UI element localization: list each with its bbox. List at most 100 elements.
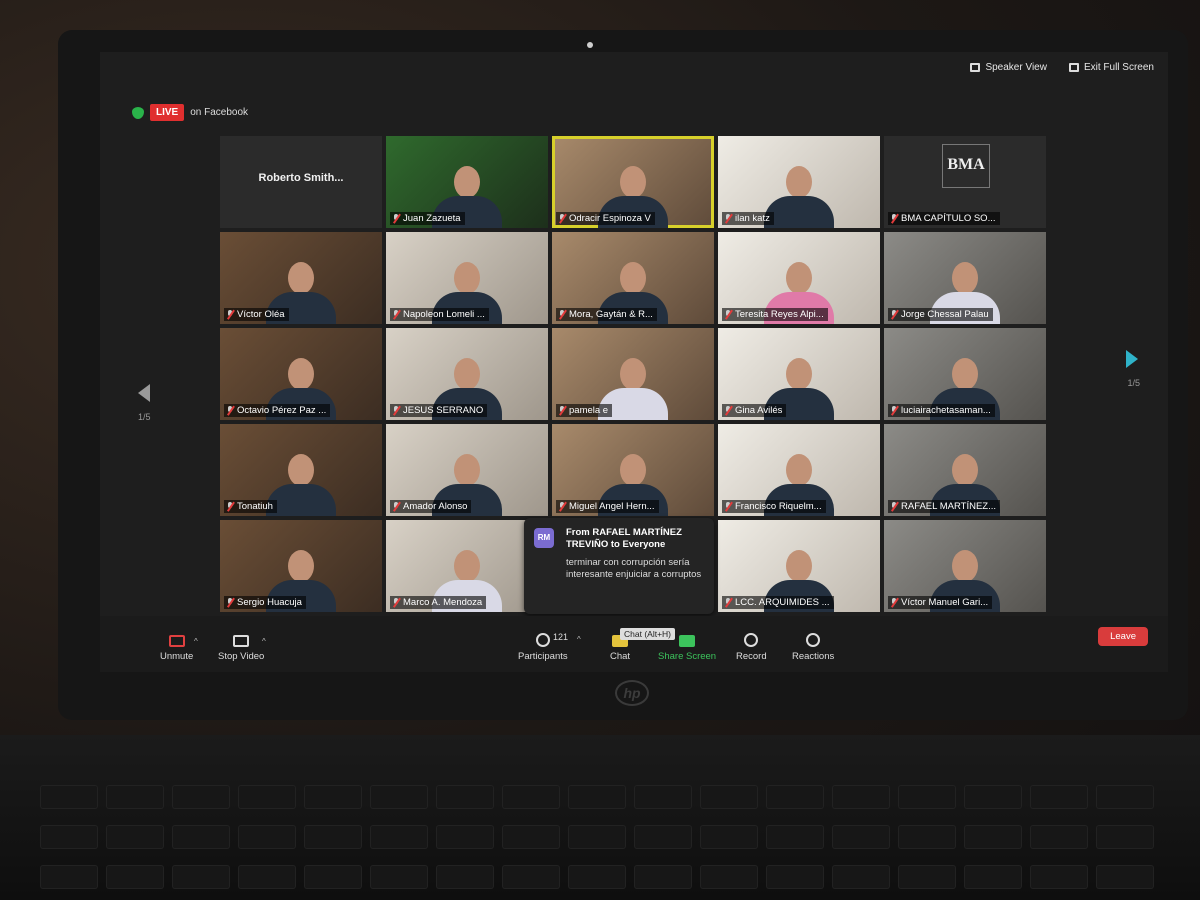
participant-tile[interactable]: Odracir Espinoza V <box>552 136 714 228</box>
stop-video-button[interactable]: Stop Video <box>218 635 264 662</box>
participant-name-tag: Teresita Reyes Alpi... <box>722 308 828 321</box>
participant-name: Sergio Huacuja <box>237 597 302 608</box>
participant-tile[interactable]: Víctor Manuel Gari... <box>884 520 1046 612</box>
participant-name-tag: Tonatiuh <box>224 500 277 513</box>
live-badge: LIVE <box>150 104 185 121</box>
meeting-toolbar: Unmute ^ Stop Video ^ Participants 121 ^… <box>100 616 1168 672</box>
participant-tile[interactable]: Jorge Chessal Palau <box>884 232 1046 324</box>
participant-name-large: Roberto Smith... <box>258 172 344 184</box>
chat-label: Chat <box>610 651 631 662</box>
microphone-muted-icon <box>891 502 898 511</box>
stop-video-label: Stop Video <box>218 651 265 662</box>
microphone-muted-icon <box>891 406 898 415</box>
share-screen-icon <box>679 635 696 647</box>
participant-tile[interactable]: Mora, Gaytán & R... <box>552 232 714 324</box>
leave-button[interactable]: Leave <box>1098 627 1148 646</box>
participant-tile[interactable]: RAFAEL MARTÍNEZ... <box>884 424 1046 516</box>
participant-name-tag: Gina Avilés <box>722 404 787 417</box>
participant-name-tag: pamela e <box>556 404 613 417</box>
participant-tile[interactable]: Amador Alonso <box>386 424 548 516</box>
microphone-muted-icon <box>227 598 234 607</box>
participant-name: Francisco Riquelm... <box>735 501 822 512</box>
microphone-muted-icon <box>393 406 400 415</box>
participant-name-tag: luciairachetasaman... <box>888 404 995 417</box>
participant-name: LCC. ARQUIMIDES ... <box>735 597 830 608</box>
participant-tile[interactable]: JESUS SERRANO <box>386 328 548 420</box>
video-options-caret-icon[interactable]: ^ <box>262 637 266 646</box>
participant-tile[interactable]: Juan Zazueta <box>386 136 548 228</box>
participant-tile[interactable]: luciairachetasaman... <box>884 328 1046 420</box>
keyboard-row <box>40 825 1154 849</box>
next-page-arrow-icon[interactable] <box>1126 350 1138 368</box>
participant-name: ilan katz <box>735 213 770 224</box>
audio-options-caret-icon[interactable]: ^ <box>194 637 198 646</box>
participant-name: Juan Zazueta <box>403 213 461 224</box>
chat-sender-line: From RAFAEL MARTÍNEZ TREVIÑO to Everyone <box>566 527 682 550</box>
participant-tile[interactable]: LCC. ARQUIMIDES ... <box>718 520 880 612</box>
participant-name: Miguel Angel Hern... <box>569 501 655 512</box>
participant-tile[interactable]: Napoleon Lomeli ... <box>386 232 548 324</box>
speaker-view-button[interactable]: Speaker View <box>970 62 1047 73</box>
participant-video <box>764 166 834 228</box>
reactions-button[interactable]: Reactions <box>792 633 834 662</box>
participants-label: Participants <box>518 651 568 662</box>
participant-name-tag: JESUS SERRANO <box>390 404 488 417</box>
participant-tile[interactable]: pamela e <box>552 328 714 420</box>
participant-tile[interactable]: Roberto Smith... <box>220 136 382 228</box>
chat-sender-avatar: RM <box>534 528 554 548</box>
keyboard <box>0 735 1200 900</box>
microphone-muted-icon <box>559 406 566 415</box>
hp-logo: hp <box>615 680 649 706</box>
participant-tile[interactable]: Gina Avilés <box>718 328 880 420</box>
participant-tile[interactable]: ilan katz <box>718 136 880 228</box>
chat-notification-popup[interactable]: RM From RAFAEL MARTÍNEZ TREVIÑO to Every… <box>524 518 714 614</box>
participant-tile[interactable]: Francisco Riquelm... <box>718 424 880 516</box>
microphone-muted-icon <box>891 214 898 223</box>
microphone-muted-icon <box>227 502 234 511</box>
keyboard-row <box>40 865 1154 889</box>
participant-tile[interactable]: Sergio Huacuja <box>220 520 382 612</box>
reactions-label: Reactions <box>792 651 835 662</box>
participant-name-tag: Octavio Pérez Paz ... <box>224 404 331 417</box>
microphone-muted-icon <box>227 406 234 415</box>
record-button[interactable]: Record <box>736 633 767 662</box>
participant-tile[interactable]: Teresita Reyes Alpi... <box>718 232 880 324</box>
participant-name-tag: Miguel Angel Hern... <box>556 500 659 513</box>
participant-name: Napoleon Lomeli ... <box>403 309 485 320</box>
participant-tile[interactable]: Octavio Pérez Paz ... <box>220 328 382 420</box>
microphone-muted-icon <box>227 310 234 319</box>
previous-page-arrow-icon[interactable] <box>138 384 150 402</box>
participant-name: Teresita Reyes Alpi... <box>735 309 824 320</box>
share-screen-label: Share Screen <box>658 651 717 662</box>
microphone-muted-icon <box>891 310 898 319</box>
participant-tile[interactable]: Tonatiuh <box>220 424 382 516</box>
microphone-muted-icon <box>393 502 400 511</box>
participant-name-tag: Amador Alonso <box>390 500 472 513</box>
exit-full-screen-button[interactable]: Exit Full Screen <box>1068 62 1154 73</box>
participant-name: Mora, Gaytán & R... <box>569 309 653 320</box>
participant-tile[interactable]: BMA BMA CAPÍTULO SO... <box>884 136 1046 228</box>
participant-name-tag: Juan Zazueta <box>390 212 465 225</box>
participant-name-tag: Odracir Espinoza V <box>556 212 655 225</box>
live-indicator[interactable]: LIVE on Facebook <box>132 104 248 121</box>
speaker-view-icon <box>970 63 981 72</box>
microphone-muted-icon <box>559 502 566 511</box>
participant-name-tag: RAFAEL MARTÍNEZ... <box>888 500 1001 513</box>
participant-name: BMA CAPÍTULO SO... <box>901 213 996 224</box>
participants-options-caret-icon[interactable]: ^ <box>577 635 581 644</box>
participant-name: RAFAEL MARTÍNEZ... <box>901 501 997 512</box>
participant-name: Tonatiuh <box>237 501 273 512</box>
microphone-muted-icon <box>725 214 732 223</box>
unmute-button[interactable]: Unmute <box>160 635 193 662</box>
share-screen-button[interactable]: Share Screen <box>658 635 716 662</box>
participant-tile[interactable]: Miguel Angel Hern... <box>552 424 714 516</box>
participant-name-tag: Sergio Huacuja <box>224 596 306 609</box>
microphone-muted-icon <box>393 214 400 223</box>
participant-name-tag: ilan katz <box>722 212 774 225</box>
participant-name: Odracir Espinoza V <box>569 213 651 224</box>
keyboard-row <box>40 785 1154 809</box>
participant-tile[interactable]: Víctor Oléa <box>220 232 382 324</box>
participant-name: Jorge Chessal Palau <box>901 309 989 320</box>
participants-count: 121 <box>553 632 569 642</box>
microphone-muted-icon <box>725 598 732 607</box>
